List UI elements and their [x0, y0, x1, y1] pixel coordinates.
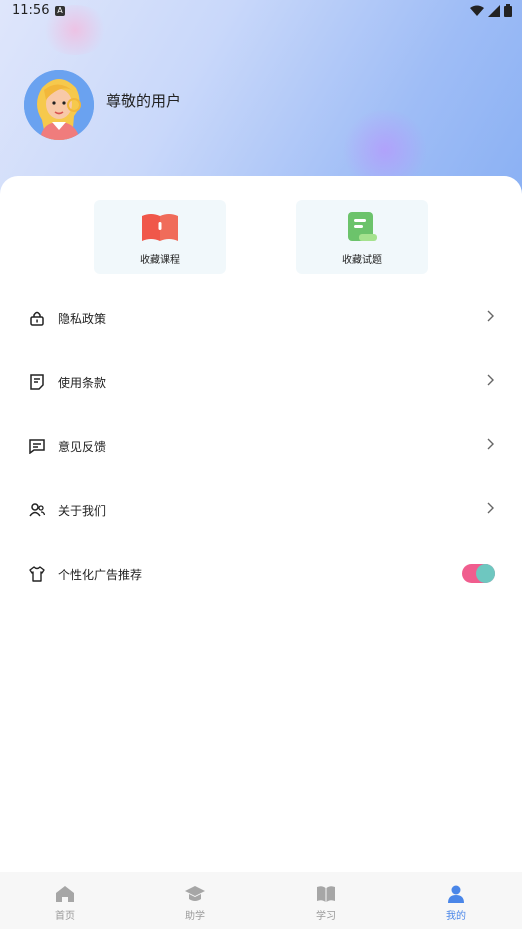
nav-item-mine[interactable]: 我的 — [391, 872, 521, 929]
toggle-knob — [476, 564, 495, 583]
nav-item-learn[interactable]: 学习 — [261, 872, 391, 929]
nav-label: 学习 — [316, 911, 336, 922]
user-icon — [448, 885, 464, 903]
status-time: 11:56 — [12, 3, 50, 18]
personalized-ads-toggle[interactable] — [462, 564, 495, 583]
favorite-questions-button[interactable]: 收藏试题 — [296, 200, 428, 274]
chevron-right-icon — [487, 374, 494, 386]
users-icon — [29, 503, 45, 517]
menu-item-label: 隐私政策 — [58, 312, 107, 326]
status-icons — [470, 4, 512, 17]
nav-item-study-help[interactable]: 助学 — [130, 872, 260, 929]
favorite-courses-button[interactable]: 收藏课程 — [94, 200, 226, 274]
menu-item-label: 意见反馈 — [58, 440, 107, 454]
menu-item-personalized-ads: 个性化广告推荐 — [0, 549, 522, 599]
green-note-icon — [348, 212, 377, 241]
open-book-icon — [317, 886, 335, 902]
nav-label: 我的 — [446, 911, 466, 922]
battery-icon — [504, 4, 512, 17]
menu-item-label: 使用条款 — [58, 376, 107, 390]
favorite-courses-label: 收藏课程 — [140, 255, 180, 266]
menu-item-about[interactable]: 关于我们 — [0, 485, 522, 535]
chevron-right-icon — [487, 502, 494, 514]
status-bar: 11:56 A — [0, 0, 522, 24]
username[interactable]: 尊敬的用户 — [106, 90, 181, 111]
red-book-icon — [142, 214, 178, 241]
nav-label: 首页 — [55, 911, 75, 922]
wifi-icon — [470, 5, 484, 16]
shirt-icon — [29, 566, 45, 582]
graduation-cap-icon — [185, 886, 205, 901]
bottom-nav: 首页 助学 学习 我的 — [0, 872, 522, 929]
chat-icon — [29, 439, 45, 454]
home-icon — [56, 886, 74, 902]
menu-item-label: 个性化广告推荐 — [58, 568, 143, 582]
lock-icon — [30, 311, 44, 326]
favorite-questions-label: 收藏试题 — [342, 255, 382, 266]
document-icon — [30, 374, 44, 390]
chevron-right-icon — [487, 310, 494, 322]
nav-label: 助学 — [185, 911, 205, 922]
signal-icon — [488, 4, 500, 17]
notification-icon: A — [55, 6, 65, 16]
avatar-illustration — [24, 70, 94, 140]
menu-item-feedback[interactable]: 意见反馈 — [0, 421, 522, 471]
menu-item-label: 关于我们 — [58, 504, 107, 518]
nav-item-home[interactable]: 首页 — [0, 872, 130, 929]
chevron-right-icon — [487, 438, 494, 450]
avatar[interactable] — [24, 70, 94, 140]
menu-item-terms[interactable]: 使用条款 — [0, 357, 522, 407]
menu-item-privacy[interactable]: 隐私政策 — [0, 293, 522, 343]
